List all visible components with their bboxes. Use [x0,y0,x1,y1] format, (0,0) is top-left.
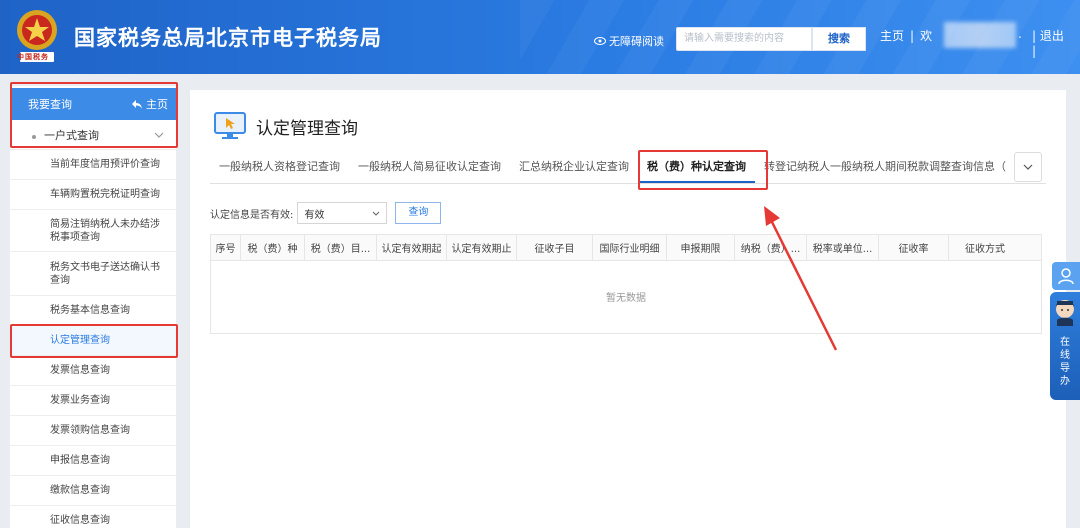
sidebar-item-certification[interactable]: 认定管理查询 [10,326,176,356]
sidebar-item-e-delivery[interactable]: 税务文书电子送达确认书查询 [10,252,176,296]
sidebar-item-label: 征收信息查询 [50,515,110,526]
tab-more-button[interactable] [1014,152,1042,182]
column-header: 征收率 [879,235,949,260]
column-header: 税（费）目... [305,235,377,260]
sidebar-item-collection[interactable]: 征收信息查询 [10,506,176,528]
page-title-text: 认定管理查询 [256,118,358,139]
sidebar-item-invoice-purchase[interactable]: 发票领购信息查询 [10,416,176,446]
accessibility-label: 无障碍阅读 [609,35,664,48]
sidebar-item-simple-deregistration[interactable]: 简易注销纳税人未办结涉税事项查询 [10,210,176,252]
name-dot: . [1018,27,1022,41]
sidebar-home-label: 主页 [146,98,168,111]
filter-label: 认定信息是否有效: [210,209,294,221]
sidebar-item-label: 认定管理查询 [50,335,110,346]
site-title: 国家税务总局北京市电子税务局 [74,26,382,50]
online-guide-button[interactable]: 在线导办 [1050,292,1080,400]
sidebar-item-invoice-info[interactable]: 发票信息查询 [10,356,176,386]
search-input[interactable]: 请输入需要搜索的内容 [676,27,812,51]
sidebar-item-label: 发票业务查询 [50,395,110,406]
column-header: 纳税（费）... [735,235,807,260]
sidebar-item-payment[interactable]: 缴款信息查询 [10,476,176,506]
search-button[interactable]: 搜索 [812,27,866,51]
tab-consolidated-tax[interactable]: 汇总纳税企业认定查询 [510,156,638,183]
sidebar-item-invoice-business[interactable]: 发票业务查询 [10,386,176,416]
separator: | [910,29,915,43]
sidebar-home-link[interactable]: 主页 [132,96,168,112]
chevron-down-icon [154,132,164,138]
sidebar-group-yihushi[interactable]: 一户式查询 [10,120,176,150]
avatar-icon [1056,300,1074,326]
sidebar-item-vehicle-tax[interactable]: 车辆购置税完税证明查询 [10,180,176,210]
sidebar-item-label: 发票信息查询 [50,365,110,376]
sidebar-item-declaration[interactable]: 申报信息查询 [10,446,176,476]
chevron-down-icon [372,211,380,216]
sidebar-item-label: 税务基本信息查询 [50,305,130,316]
top-links: 主页 | 欢 [880,27,932,44]
eye-icon [594,37,606,45]
sidebar-item-label: 发票领购信息查询 [50,425,130,436]
validity-select[interactable]: 有效 [297,202,388,224]
blurred-username [944,22,1016,48]
tab-tax-type-certification[interactable]: 税（费）种认定查询 [638,156,755,183]
column-header: 征收方式 [965,244,1005,255]
page-title: 认定管理查询 [214,112,358,140]
sidebar-item-basic-info[interactable]: 税务基本信息查询 [10,296,176,326]
welcome-text: 欢 [920,29,933,43]
monitor-icon [214,112,246,139]
logout-bar: | [1032,44,1037,58]
chevron-down-icon [1023,164,1033,170]
column-header: 征收子目 [517,235,593,260]
tab-transfer-registration[interactable]: 转登记纳税人一般纳税人期间税款调整查询信息（ [755,156,1015,183]
column-header: 认定有效期起 [377,235,447,260]
validity-select-value: 有效 [304,209,325,221]
empty-state: 暂无数据 [606,293,646,304]
emblem-text: 中国税务 [17,53,49,61]
search-button-label: 搜索 [828,32,850,45]
home-link[interactable]: 主页 [880,29,904,43]
sidebar-item-label: 车辆购置税完税证明查询 [50,189,160,200]
sidebar-item-label: 缴款信息查询 [50,485,110,496]
sidebar-item-credit-eval[interactable]: 当前年度信用预评价查询 [10,150,176,180]
tab-general-taxpayer[interactable]: 一般纳税人资格登记查询 [210,156,349,183]
column-header: 序号 [211,235,241,260]
sidebar-group-title: 一户式查询 [32,127,99,143]
main-panel: 认定管理查询 一般纳税人资格登记查询 一般纳税人简易征收认定查询 汇总纳税企业认… [190,90,1066,528]
sidebar-item-label: 简易注销纳税人未办结涉税事项查询 [50,218,160,243]
accessibility-link[interactable]: 无障碍阅读 [594,33,664,49]
sidebar: 我要查询 主页 一户式查询 当前年度信用预评价查询 车辆购置税完税证明查询 简易… [10,86,176,528]
float-user-button[interactable] [1052,262,1080,290]
top-banner: 中国税务 国家税务总局北京市电子税务局 无障碍阅读 请输入需要搜索的内容 搜索 … [0,0,1080,74]
tab-bar: 一般纳税人资格登记查询 一般纳税人简易征收认定查询 汇总纳税企业认定查询 税（费… [210,156,1046,184]
sidebar-header-label: 我要查询 [28,98,72,111]
sidebar-header: 我要查询 主页 [10,88,176,120]
sidebar-item-label: 税务文书电子送达确认书查询 [50,261,160,286]
user-icon [1058,268,1074,285]
sidebar-item-label: 当前年度信用预评价查询 [50,159,160,170]
column-header: 税率或单位... [807,235,879,260]
back-arrow-icon [132,99,142,109]
column-header: 认定有效期止 [447,235,517,260]
logout-link[interactable]: | 退出 [1032,27,1064,44]
filter-row: 认定信息是否有效: 有效 查询 [210,202,442,224]
online-guide-label: 在线导办 [1060,337,1070,387]
results-table: 序号 税（费）种 税（费）目... 认定有效期起 认定有效期止 征收子目 国际行… [210,234,1042,334]
sidebar-item-label: 申报信息查询 [50,455,110,466]
column-header: 申报期限 [667,235,735,260]
table-header: 序号 税（费）种 税（费）目... 认定有效期起 认定有效期止 征收子目 国际行… [211,235,1041,261]
sidebar-group-label: 一户式查询 [44,128,99,142]
tab-simple-collection[interactable]: 一般纳税人简易征收认定查询 [349,156,510,183]
bullet-icon [32,134,36,139]
column-header: 税（费）种 [241,235,305,260]
query-button[interactable]: 查询 [395,202,442,224]
column-header: 国际行业明细 [593,235,667,260]
logout-label: 退出 [1039,29,1064,43]
